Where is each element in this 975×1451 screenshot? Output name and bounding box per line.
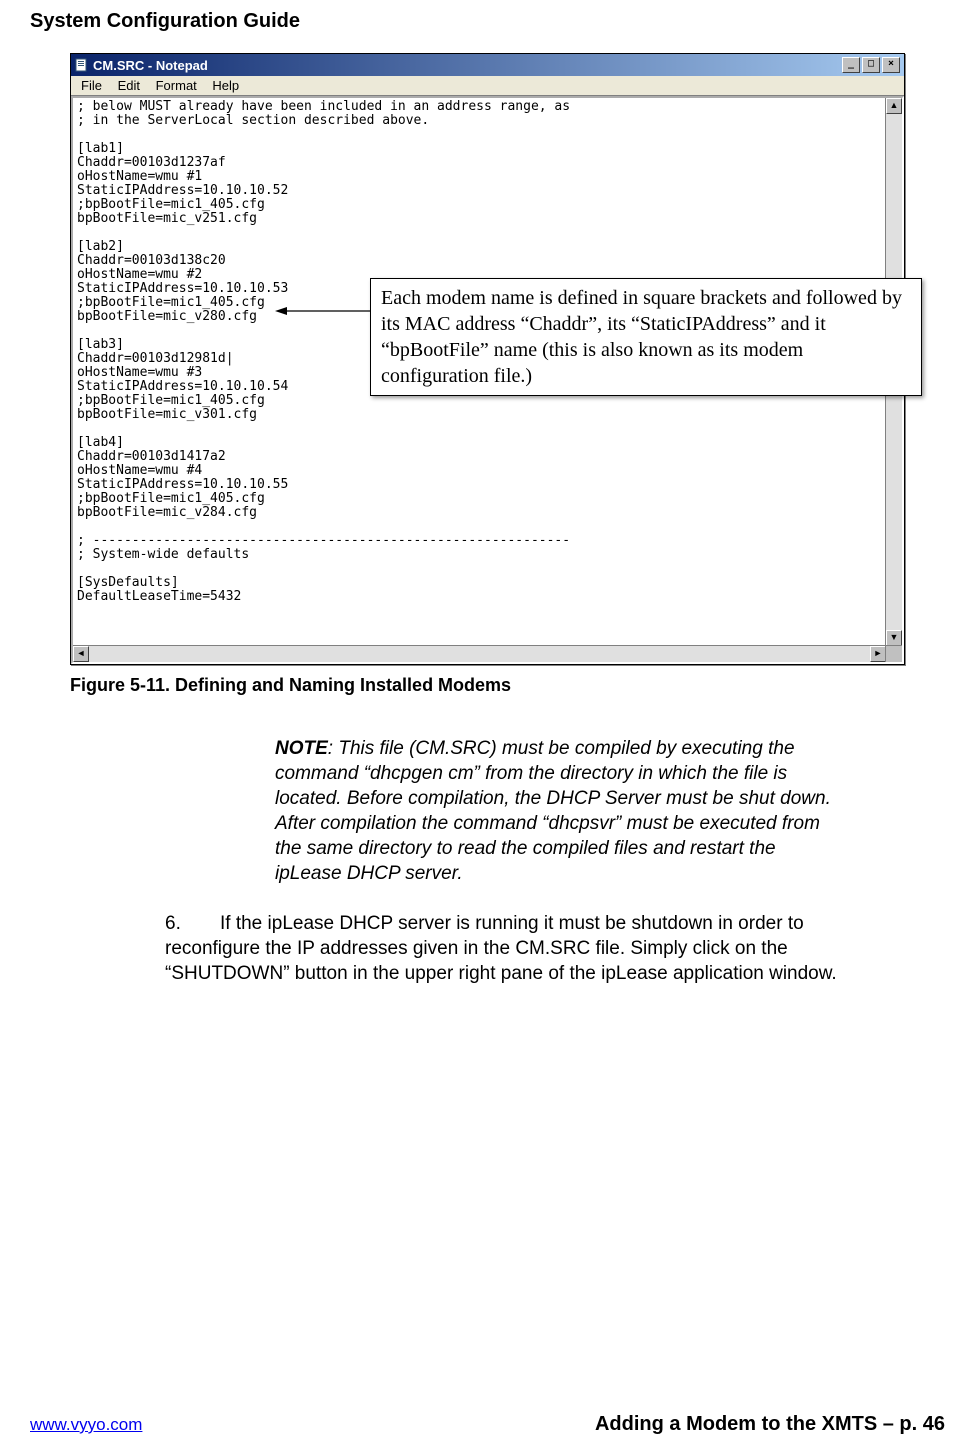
menu-bar: File Edit Format Help [71,76,904,96]
notepad-icon [75,58,89,72]
step-number: 6. [165,911,220,936]
menu-file[interactable]: File [75,78,108,93]
menu-help[interactable]: Help [206,78,245,93]
note-label: NOTE [275,738,328,759]
note-text: : This file (CM.SRC) must be compiled by… [275,738,831,884]
step-6: 6.If the ipLease DHCP server is running … [165,911,885,986]
footer-section-page: Adding a Modem to the XMTS – p. 46 [595,1413,945,1436]
scroll-up-icon[interactable]: ▲ [886,98,902,114]
scroll-left-icon[interactable]: ◄ [73,646,89,662]
footer-url[interactable]: www.vyyo.com [30,1415,142,1435]
callout-arrow-icon [275,303,370,304]
figure-caption: Figure 5-11. Defining and Naming Install… [70,675,945,696]
horizontal-scrollbar[interactable]: ◄ ► [73,645,886,662]
scrollbar-corner [885,645,902,662]
menu-edit[interactable]: Edit [112,78,146,93]
window-title: CM.SRC - Notepad [89,58,842,73]
titlebar: CM.SRC - Notepad _ □ × [71,54,904,76]
close-button[interactable]: × [882,57,900,73]
minimize-button[interactable]: _ [842,57,860,73]
screenshot: CM.SRC - Notepad _ □ × File Edit Format … [70,53,905,665]
doc-header: System Configuration Guide [30,10,945,33]
scroll-down-icon[interactable]: ▼ [886,630,902,646]
menu-format[interactable]: Format [150,78,203,93]
callout-box: Each modem name is defined in square bra… [370,278,922,396]
step-text: If the ipLease DHCP server is running it… [165,913,837,984]
maximize-button[interactable]: □ [862,57,880,73]
page-footer: www.vyyo.com Adding a Modem to the XMTS … [30,1413,945,1436]
callout-text: Each modem name is defined in square bra… [381,287,902,387]
note-block: NOTE: This file (CM.SRC) must be compile… [140,736,835,886]
scroll-right-icon[interactable]: ► [870,646,886,662]
